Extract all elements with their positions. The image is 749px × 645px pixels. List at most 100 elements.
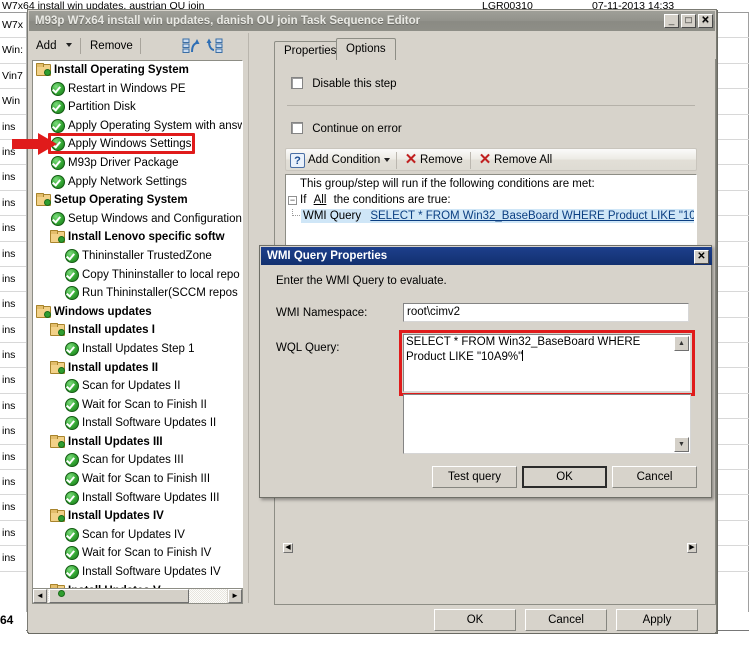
tree-item[interactable]: Install Operating System <box>33 61 242 80</box>
tree-item-label: Install Software Updates IV <box>82 566 221 579</box>
folder-icon <box>35 62 51 76</box>
wmi-dialog-titlebar[interactable]: WMI Query Properties ✕ <box>261 247 712 265</box>
tree-item[interactable]: Apply Operating System with answ <box>33 117 242 136</box>
folder-status-badge <box>58 236 65 244</box>
condition-row-wmi-query[interactable]: WMI Query SELECT * FROM Win32_BaseBoard … <box>301 209 694 223</box>
editor-ok-button[interactable]: OK <box>434 609 516 631</box>
tree-item[interactable]: Install Software Updates IV <box>33 563 242 582</box>
tree-item[interactable]: Setup Windows and Configuration <box>33 210 242 229</box>
tree-item[interactable]: Thininstaller TrustedZone <box>33 247 242 266</box>
tree-item[interactable]: Apply Windows Settings <box>33 135 242 154</box>
tree-item[interactable]: Install updates II <box>33 359 242 378</box>
options-scroll-right-icon[interactable]: ▶ <box>687 543 697 553</box>
wmi-dialog-close-button[interactable]: ✕ <box>694 250 709 264</box>
wql-query-textarea-lower[interactable]: ▼ <box>403 394 691 454</box>
disable-step-checkbox[interactable] <box>291 77 303 89</box>
tree-item[interactable]: Copy Thininstaller to local repo <box>33 266 242 285</box>
check-icon <box>49 211 65 226</box>
wql-query-text: SELECT * FROM Win32_BaseBoard WHERE Prod… <box>406 336 644 363</box>
tree-item-label: Scan for Updates III <box>82 454 184 467</box>
tree-item-label: Install Lenovo specific softw <box>68 231 225 244</box>
editor-footer: OK Cancel Apply <box>29 606 715 633</box>
text-caret <box>522 349 524 361</box>
wmi-cancel-button[interactable]: Cancel <box>612 466 697 488</box>
background-bottom-label: 64 <box>0 613 14 627</box>
tree-item-label: Install Software Updates III <box>82 491 220 504</box>
continue-on-error-checkbox[interactable] <box>291 122 303 134</box>
check-icon <box>49 155 65 170</box>
folder-icon <box>49 360 65 374</box>
scroll-left-arrow-icon[interactable]: ◄ <box>33 589 47 603</box>
tree-item[interactable]: Wait for Scan to Finish III <box>33 470 242 489</box>
remove-x-icon[interactable]: ✕ <box>404 152 418 167</box>
add-button[interactable]: Add <box>32 37 60 55</box>
editor-cancel-button[interactable]: Cancel <box>525 609 607 631</box>
editor-apply-button[interactable]: Apply <box>616 609 698 631</box>
tree-item[interactable]: M93p Driver Package <box>33 154 242 173</box>
pane-splitter[interactable] <box>246 33 251 603</box>
remove-all-x-icon[interactable]: ✕ <box>478 152 492 167</box>
remove-all-conditions-button[interactable]: Remove All <box>494 152 552 169</box>
close-button[interactable]: ✕ <box>698 14 713 28</box>
condition-expander-toggle[interactable]: − <box>288 196 297 205</box>
add-condition-button[interactable]: Add Condition <box>308 152 380 169</box>
minimize-button[interactable]: _ <box>664 14 679 28</box>
scroll-up-arrow-icon[interactable]: ▲ <box>674 336 689 351</box>
remove-condition-button[interactable]: Remove <box>420 152 463 169</box>
tree-item[interactable]: Restart in Windows PE <box>33 80 242 99</box>
tree-item[interactable]: Install Software Updates III <box>33 489 242 508</box>
wmi-namespace-input[interactable]: root\cimv2 <box>403 303 689 322</box>
move-down-icon[interactable] <box>206 38 224 55</box>
tree-item[interactable]: Install updates I <box>33 321 242 340</box>
remove-button[interactable]: Remove <box>86 37 137 55</box>
tree-item-label: Install Updates III <box>68 435 163 448</box>
wmi-ok-button[interactable]: OK <box>522 466 607 488</box>
tree-item[interactable]: Run Thininstaller(SCCM repos <box>33 284 242 303</box>
options-pane-scrollbar[interactable]: ◀ ▶ <box>283 543 697 553</box>
tree-item-label: Partition Disk <box>68 101 136 114</box>
chevron-down-icon-add-condition[interactable] <box>384 158 390 162</box>
move-up-icon[interactable] <box>182 38 200 55</box>
tree-item[interactable]: Partition Disk <box>33 98 242 117</box>
tree-item[interactable]: Setup Operating System <box>33 191 242 210</box>
tree-item[interactable]: Install Updates Step 1 <box>33 340 242 359</box>
task-sequence-tree[interactable]: Install Operating System Restart in Windo… <box>32 60 243 598</box>
maximize-button[interactable]: □ <box>681 14 696 28</box>
check-icon <box>63 267 79 282</box>
tree-item-label: Wait for Scan to Finish III <box>82 473 211 486</box>
tree-item[interactable]: Wait for Scan to Finish II <box>33 396 242 415</box>
tree-item[interactable]: Install Updates III <box>33 433 242 452</box>
tree-item-label: Setup Operating System <box>54 194 188 207</box>
tab-options[interactable]: Options <box>336 38 396 60</box>
tree-item-label: Apply Operating System with answ <box>68 119 242 132</box>
tree-item[interactable]: Wait for Scan to Finish IV <box>33 544 242 563</box>
folder-icon <box>35 304 51 318</box>
tree-item[interactable]: Apply Network Settings <box>33 173 242 192</box>
chevron-down-icon[interactable] <box>66 43 72 47</box>
test-query-button[interactable]: Test query <box>432 466 517 488</box>
scroll-right-arrow-icon[interactable]: ► <box>228 589 242 603</box>
tree-item[interactable]: Scan for Updates IV <box>33 526 242 545</box>
continue-on-error-row[interactable]: Continue on error <box>291 122 402 135</box>
window-titlebar[interactable]: M93p W7x64 install win updates, danish O… <box>29 11 715 31</box>
options-scroll-left-icon[interactable]: ◀ <box>283 543 293 553</box>
tree-item-label: Restart in Windows PE <box>68 82 186 95</box>
tree-item[interactable]: Scan for Updates III <box>33 451 242 470</box>
tree-item[interactable]: Install Updates IV <box>33 507 242 526</box>
scroll-thumb[interactable] <box>49 589 189 603</box>
tree-item[interactable]: Install Software Updates II <box>33 414 242 433</box>
wql-query-textarea[interactable]: SELECT * FROM Win32_BaseBoard WHERE Prod… <box>403 334 691 392</box>
tree-item-label: Install updates I <box>68 324 155 337</box>
condition-query-text[interactable]: SELECT * FROM Win32_BaseBoard WHERE Prod… <box>370 210 694 222</box>
check-icon <box>63 490 79 505</box>
tree-item[interactable]: Windows updates <box>33 303 242 322</box>
check-icon <box>63 415 79 431</box>
question-mark-icon[interactable]: ? <box>290 153 305 168</box>
disable-step-row[interactable]: Disable this step <box>291 77 397 90</box>
tree-item[interactable]: Install Lenovo specific softw <box>33 228 242 247</box>
tree-item[interactable]: Scan for Updates II <box>33 377 242 396</box>
scroll-down-arrow-icon[interactable]: ▼ <box>674 437 689 452</box>
folder-status-badge <box>58 366 65 374</box>
condition-operator-link[interactable]: All <box>314 194 327 206</box>
folder-icon <box>49 508 65 523</box>
